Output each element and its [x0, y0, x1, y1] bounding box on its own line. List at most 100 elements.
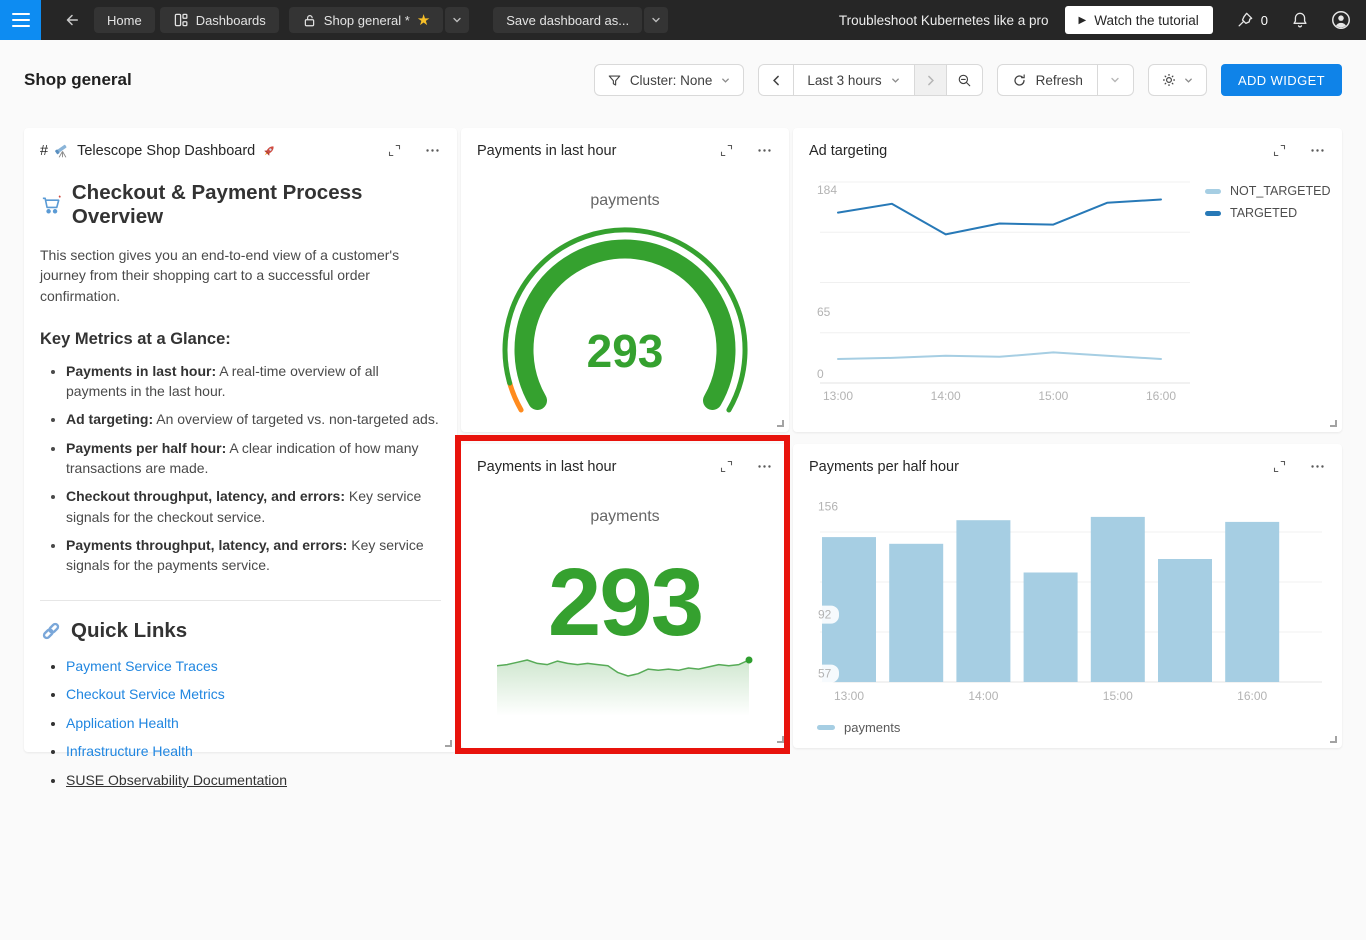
- svg-text:13:00: 13:00: [834, 689, 864, 703]
- svg-text:13:00: 13:00: [823, 389, 853, 403]
- widget-resize-handle[interactable]: [1330, 420, 1337, 427]
- refresh-dropdown-button[interactable]: [1097, 65, 1133, 95]
- shopping-cart-emoji-icon: [40, 193, 63, 217]
- svg-text:0: 0: [817, 367, 824, 381]
- list-item: Checkout throughput, latency, and errors…: [66, 486, 441, 527]
- markdown-hash: #: [40, 143, 48, 159]
- refresh-control: Refresh: [997, 64, 1134, 96]
- kebab-menu-icon: [756, 458, 773, 475]
- back-button[interactable]: [55, 0, 89, 40]
- page-title: Shop general: [24, 70, 132, 90]
- link-infrastructure-health[interactable]: Infrastructure Health: [66, 743, 193, 759]
- notifications-button[interactable]: [1290, 10, 1310, 30]
- nav-tab-dashboards[interactable]: Dashboards: [160, 7, 279, 33]
- metrics-list: Payments in last hour: A real-time overv…: [40, 361, 441, 576]
- expand-widget-button[interactable]: [387, 143, 402, 158]
- zoom-out-icon: [957, 73, 972, 88]
- widget-payments-gauge: Payments in last hour payments 293: [461, 128, 789, 432]
- chevron-down-icon: [1109, 74, 1121, 86]
- list-item: Application Health: [66, 714, 441, 734]
- gauge-value: 293: [461, 324, 789, 378]
- pinned-items-button[interactable]: [1235, 10, 1255, 30]
- svg-text:65: 65: [817, 305, 831, 319]
- pin-icon: [1235, 10, 1255, 30]
- refresh-label: Refresh: [1036, 73, 1083, 88]
- refresh-button[interactable]: Refresh: [998, 65, 1097, 95]
- nav-tab-home[interactable]: Home: [94, 7, 155, 33]
- gear-icon: [1161, 72, 1177, 88]
- ad-targeting-line-chart[interactable]: 18465013:0014:0015:0016:00: [793, 128, 1342, 432]
- promo-text: Troubleshoot Kubernetes like a pro: [839, 13, 1049, 28]
- legend-item-targeted[interactable]: TARGETED: [1205, 206, 1330, 220]
- expand-icon: [719, 459, 734, 474]
- widget-menu-button[interactable]: [424, 142, 441, 159]
- time-range-control: Last 3 hours: [758, 64, 982, 96]
- hamburger-menu-button[interactable]: [0, 0, 41, 40]
- markdown-title-text: Telescope Shop Dashboard: [77, 143, 255, 159]
- cluster-filter-label: Cluster: None: [630, 73, 713, 88]
- svg-text:14:00: 14:00: [931, 389, 961, 403]
- svg-text:156: 156: [818, 500, 838, 514]
- link-checkout-service-metrics[interactable]: Checkout Service Metrics: [66, 686, 225, 702]
- legend-item-payments[interactable]: payments: [817, 720, 900, 735]
- watch-tutorial-label: Watch the tutorial: [1094, 13, 1199, 28]
- nav-tab-home-label: Home: [107, 13, 142, 28]
- save-dashboard-as-button[interactable]: Save dashboard as...: [493, 7, 642, 33]
- link-emoji-icon: [40, 620, 62, 642]
- legend-swatch: [1205, 189, 1221, 194]
- widget-menu-button[interactable]: [756, 458, 773, 475]
- avatar-icon: [1330, 9, 1352, 31]
- svg-text:57: 57: [818, 667, 832, 681]
- favorite-star-icon[interactable]: ★: [417, 11, 430, 29]
- chart-legend: NOT_TARGETED TARGETED: [1205, 184, 1330, 220]
- nav-tab-shop-general[interactable]: Shop general * ★: [289, 7, 443, 33]
- payments-bar-chart[interactable]: 156925713:0014:0015:0016:00: [793, 444, 1342, 748]
- header-controls: Cluster: None Last 3 hours: [594, 64, 1342, 96]
- add-widget-button[interactable]: ADD WIDGET: [1221, 64, 1342, 96]
- list-item: Checkout Service Metrics: [66, 685, 441, 705]
- rocket-emoji-icon: [261, 143, 277, 159]
- watch-tutorial-button[interactable]: ▶ Watch the tutorial: [1065, 6, 1213, 34]
- list-item: Infrastructure Health: [66, 742, 441, 762]
- navbar-right-group: Troubleshoot Kubernetes like a pro ▶ Wat…: [839, 6, 1366, 34]
- big-number-value: 293: [461, 548, 789, 658]
- expand-icon: [387, 143, 402, 158]
- svg-text:92: 92: [818, 608, 832, 622]
- save-dashboard-dropdown-button[interactable]: [644, 7, 668, 33]
- unlock-icon: [302, 13, 317, 28]
- list-item: Payment Service Traces: [66, 657, 441, 677]
- link-application-health[interactable]: Application Health: [66, 715, 179, 731]
- list-item: Payments throughput, latency, and errors…: [66, 535, 441, 576]
- telescope-emoji-icon: [54, 142, 71, 159]
- svg-text:15:00: 15:00: [1103, 689, 1133, 703]
- svg-text:184: 184: [817, 183, 837, 197]
- legend-item-not-targeted[interactable]: NOT_TARGETED: [1205, 184, 1330, 198]
- list-item: Payments per half hour: A clear indicati…: [66, 438, 441, 479]
- time-range-dropdown[interactable]: Last 3 hours: [793, 65, 913, 95]
- list-item: Payments in last hour: A real-time overv…: [66, 361, 441, 402]
- zoom-out-time-button[interactable]: [946, 65, 982, 95]
- list-item: SUSE Observability Documentation: [66, 771, 441, 791]
- hamburger-icon: [12, 13, 30, 15]
- markdown-heading: Checkout & Payment Process Overview: [40, 181, 441, 229]
- metrics-heading: Key Metrics at a Glance:: [40, 330, 441, 349]
- time-back-button[interactable]: [759, 65, 793, 95]
- cluster-filter-button[interactable]: Cluster: None: [594, 64, 745, 96]
- dashboard-settings-button[interactable]: [1148, 64, 1207, 96]
- link-payment-service-traces[interactable]: Payment Service Traces: [66, 658, 218, 674]
- nav-tab-shop-general-label: Shop general *: [324, 13, 410, 28]
- widget-resize-handle[interactable]: [777, 420, 784, 427]
- time-forward-button[interactable]: [914, 65, 946, 95]
- expand-widget-button[interactable]: [719, 459, 734, 474]
- chart-legend: payments: [817, 720, 900, 735]
- widget-resize-handle[interactable]: [777, 736, 784, 743]
- widget-resize-handle[interactable]: [445, 740, 452, 747]
- user-avatar-button[interactable]: [1330, 9, 1352, 31]
- widget-resize-handle[interactable]: [1330, 736, 1337, 743]
- nav-tab-dashboards-label: Dashboards: [196, 13, 266, 28]
- play-icon: ▶: [1079, 15, 1087, 26]
- shop-tab-dropdown-button[interactable]: [445, 7, 469, 33]
- widget-title: Payments in last hour: [477, 459, 616, 475]
- link-suse-observability-documentation[interactable]: SUSE Observability Documentation: [66, 772, 287, 788]
- markdown-content: Checkout & Payment Process Overview This…: [24, 159, 457, 816]
